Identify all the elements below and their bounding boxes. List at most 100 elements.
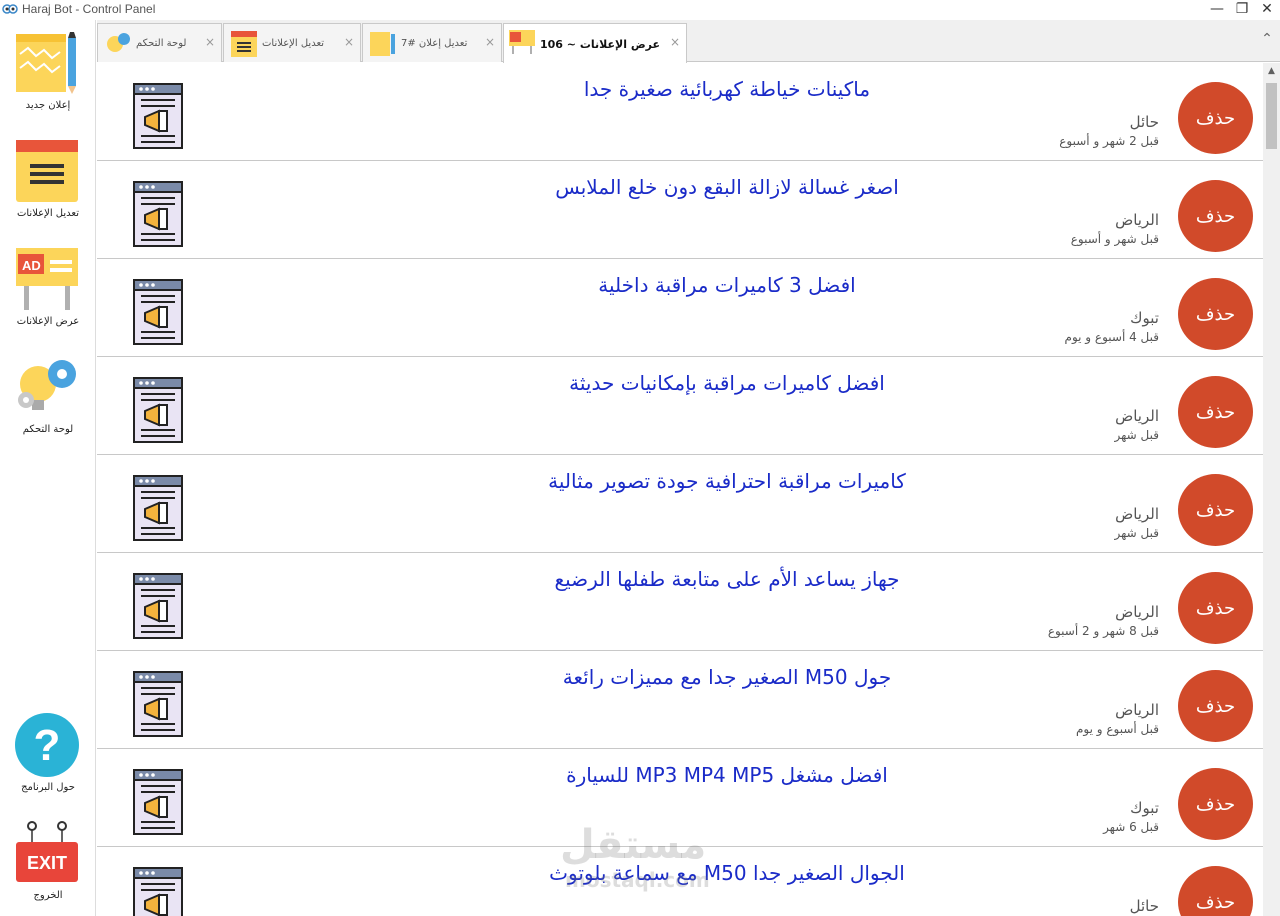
help-icon: ?: [15, 713, 79, 777]
delete-button[interactable]: حذف: [1178, 82, 1253, 154]
tab-dashboard-label: لوحة التحكم: [136, 38, 187, 49]
tab-edit-ads[interactable]: تعديل الإعلانات ×: [223, 23, 361, 62]
sidebar-item-exit[interactable]: EXIT الخروج: [0, 818, 96, 908]
ad-sign-text: AD: [22, 258, 41, 273]
exit-sign-text: EXIT: [27, 853, 67, 873]
megaphone-document-icon: [133, 867, 183, 916]
sidebar-item-new-ad[interactable]: إعلان جديد: [0, 28, 96, 118]
sidebar-view-ads-label: عرض الإعلانات: [16, 316, 80, 327]
scroll-up-icon[interactable]: ▲: [1263, 63, 1280, 80]
tab-edit-ad-7[interactable]: تعديل إعلان #7 ×: [362, 23, 502, 62]
ad-time: قبل 4 أسبوع و يوم: [1064, 330, 1159, 344]
restore-button[interactable]: ❐: [1229, 0, 1255, 20]
ad-title-link[interactable]: الجوال الصغير جدا M50 مع سماعة بلوتوث: [277, 861, 1177, 885]
delete-button[interactable]: حذف: [1178, 376, 1253, 448]
ad-city: تبوك: [1130, 309, 1159, 327]
list-edit-icon: [16, 140, 78, 202]
megaphone-document-icon: [133, 573, 183, 639]
svg-text:?: ?: [34, 721, 61, 770]
ad-title-link[interactable]: جهاز يساعد الأم على متابعة طفلها الرضيع: [277, 567, 1177, 591]
tab-bar: لوحة التحكم × تعديل الإعلانات × تعديل إع…: [97, 20, 1280, 63]
ad-time: قبل 8 شهر و 2 أسبوع: [1047, 624, 1159, 638]
delete-button[interactable]: حذف: [1178, 180, 1253, 252]
list-item: جول M50 الصغير جدا مع مميزات رائعة الريا…: [97, 651, 1263, 749]
megaphone-document-icon: [133, 279, 183, 345]
sidebar-edit-ads-label: تعديل الإعلانات: [16, 208, 80, 219]
sidebar: إعلان جديد تعديل الإعلانات AD عرض الإعلا…: [0, 20, 96, 916]
ad-time: قبل شهر: [1114, 526, 1159, 540]
sidebar-dashboard-label: لوحة التحكم: [22, 424, 74, 435]
ad-city: تبوك: [1130, 799, 1159, 817]
tab-edit-ads-label: تعديل الإعلانات: [262, 38, 325, 49]
ad-billboard-icon: AD: [16, 248, 78, 310]
megaphone-document-icon: [133, 769, 183, 835]
ad-title-link[interactable]: افضل 3 كاميرات مراقبة داخلية: [277, 273, 1177, 297]
ad-city: الرياض: [1115, 211, 1159, 229]
sidebar-exit-label: الخروج: [33, 890, 63, 901]
ad-time: قبل أسبوع و يوم: [1075, 722, 1159, 736]
ad-title-link[interactable]: افضل كاميرات مراقبة بإمكانيات حديثة: [277, 371, 1177, 395]
minimize-button[interactable]: —: [1204, 0, 1230, 20]
ad-time: قبل 2 شهر و أسبوع: [1059, 134, 1159, 148]
delete-button[interactable]: حذف: [1178, 474, 1253, 546]
megaphone-document-icon: [133, 181, 183, 247]
scroll-thumb[interactable]: [1266, 83, 1277, 149]
ad-city: الرياض: [1115, 407, 1159, 425]
tab-close-icon[interactable]: ×: [670, 35, 680, 49]
list-item: جهاز يساعد الأم على متابعة طفلها الرضيع …: [97, 553, 1263, 651]
megaphone-document-icon: [133, 475, 183, 541]
tab-close-icon[interactable]: ×: [205, 35, 215, 49]
bulb-gear-icon: [107, 33, 130, 52]
tab-close-icon[interactable]: ×: [344, 35, 354, 49]
megaphone-document-icon: [133, 671, 183, 737]
tab-dashboard[interactable]: لوحة التحكم ×: [97, 23, 222, 62]
ad-title-link[interactable]: افضل مشغل MP3 MP4 MP5 للسيارة: [277, 763, 1177, 787]
megaphone-document-icon: [133, 377, 183, 443]
exit-sign-icon: EXIT: [16, 821, 78, 882]
list-item: اصغر غسالة لازالة البقع دون خلع الملابس …: [97, 161, 1263, 259]
ad-title-link[interactable]: ماكينات خياطة كهربائية صغيرة جدا: [277, 77, 1177, 101]
list-item: افضل كاميرات مراقبة بإمكانيات حديثة الري…: [97, 357, 1263, 455]
sidebar-item-view-ads[interactable]: AD عرض الإعلانات: [0, 244, 96, 334]
list-edit-icon: [231, 31, 257, 57]
delete-button[interactable]: حذف: [1178, 768, 1253, 840]
close-button[interactable]: ✕: [1254, 0, 1280, 20]
scrollbar[interactable]: ▲: [1263, 63, 1280, 916]
delete-button[interactable]: حذف: [1178, 572, 1253, 644]
ad-city: الرياض: [1115, 701, 1159, 719]
ad-title-link[interactable]: اصغر غسالة لازالة البقع دون خلع الملابس: [277, 175, 1177, 199]
chevron-up-icon[interactable]: ⌃: [1254, 30, 1280, 50]
delete-button[interactable]: حذف: [1178, 866, 1253, 916]
ad-title-link[interactable]: كاميرات مراقبة احترافية جودة تصوير مثالي…: [277, 469, 1177, 493]
list-item: كاميرات مراقبة احترافية جودة تصوير مثالي…: [97, 455, 1263, 553]
ad-billboard-icon: [509, 30, 535, 54]
window-title: Haraj Bot - Control Panel: [22, 2, 156, 16]
megaphone-document-icon: [133, 83, 183, 149]
ad-title-link[interactable]: جول M50 الصغير جدا مع مميزات رائعة: [277, 665, 1177, 689]
ad-time: قبل شهر و أسبوع: [1070, 232, 1159, 246]
sidebar-about-label: حول البرنامج: [21, 782, 75, 793]
new-ad-icon: [16, 32, 76, 94]
ads-list: ماكينات خياطة كهربائية صغيرة جدا حائل قب…: [97, 63, 1263, 916]
ad-city: حائل: [1129, 897, 1159, 915]
tab-view-ads[interactable]: عرض الإعلانات ~ 106 ×: [503, 23, 687, 63]
tab-view-ads-label: عرض الإعلانات ~ 106: [540, 38, 660, 51]
ad-city: حائل: [1129, 113, 1159, 131]
sidebar-item-dashboard[interactable]: لوحة التحكم: [0, 352, 96, 442]
ad-city: الرياض: [1115, 505, 1159, 523]
new-ad-icon: [370, 32, 395, 56]
sidebar-item-about[interactable]: ? حول البرنامج: [0, 710, 96, 800]
ad-city: الرياض: [1115, 603, 1159, 621]
sidebar-item-edit-ads[interactable]: تعديل الإعلانات: [0, 136, 96, 226]
title-bar: Haraj Bot - Control Panel — ❐ ✕: [0, 0, 1280, 20]
tab-close-icon[interactable]: ×: [485, 35, 495, 49]
delete-button[interactable]: حذف: [1178, 670, 1253, 742]
sidebar-new-ad-label: إعلان جديد: [25, 100, 71, 111]
list-item: ماكينات خياطة كهربائية صغيرة جدا حائل قب…: [97, 63, 1263, 161]
delete-button[interactable]: حذف: [1178, 278, 1253, 350]
ad-time: قبل شهر: [1114, 428, 1159, 442]
watermark-arabic: مستقل: [560, 822, 707, 868]
bulb-gear-icon: [18, 360, 76, 410]
tab-edit-ad-7-label: تعديل إعلان #7: [401, 38, 468, 49]
list-item: افضل 3 كاميرات مراقبة داخلية تبوك قبل 4 …: [97, 259, 1263, 357]
